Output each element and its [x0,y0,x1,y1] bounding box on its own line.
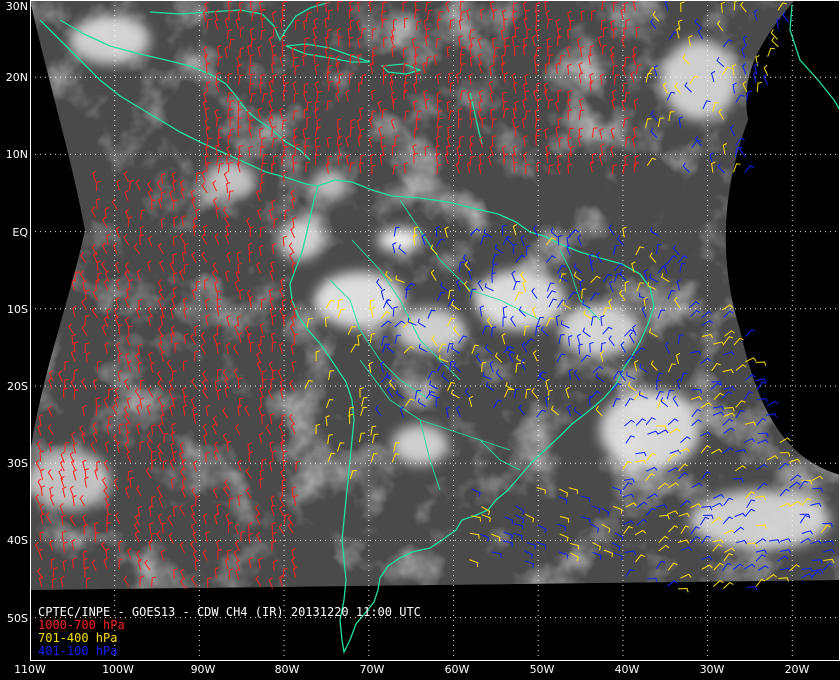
wind-barb [771,36,779,48]
satellite-wind-map [30,0,840,661]
lat-label-20s: 20S [7,380,28,393]
wind-barb [755,378,767,383]
wind-barb [745,328,756,337]
lon-label-70w: 70W [359,663,385,676]
wind-barb [744,165,755,174]
wind-barb [756,381,767,390]
lon-label-20w: 20W [784,663,810,676]
lon-label-50w: 50W [529,663,555,676]
lat-label-10n: 10N [5,148,28,161]
lon-label-80w: 80W [274,663,300,676]
lon-label-60w: 60W [444,663,470,676]
africa-coast [789,4,840,111]
lat-label-30s: 30S [7,457,28,470]
lat-label-30n: 30N [5,0,28,13]
lat-label-50s: 50S [7,612,28,625]
lon-label-40w: 40W [614,663,640,676]
wind-barb [766,400,779,407]
wind-barb [746,91,753,101]
wind-barb [755,361,767,366]
wind-barb [770,29,778,40]
lon-label-100w: 100W [102,663,134,676]
lat-label-40s: 40S [7,534,28,547]
legend-high-level: 401-100 hPa [38,644,118,658]
wind-barb [782,11,789,23]
wind-barb [733,163,741,173]
wind-barb [722,581,734,589]
wind-barb [746,585,758,591]
wind-barb [767,47,775,57]
lon-label-110w: 110W [14,663,46,676]
wind-barb [776,17,781,29]
lat-label-eq: EQ [12,226,28,239]
wind-barb [756,81,762,93]
wind-barb [677,587,689,593]
lat-label-10s: 10S [7,303,28,316]
wind-barb [763,73,769,86]
lat-label-20n: 20N [5,71,28,84]
lon-label-30w: 30W [699,663,725,676]
wind-barb [739,146,747,158]
lon-label-90w: 90W [190,663,216,676]
